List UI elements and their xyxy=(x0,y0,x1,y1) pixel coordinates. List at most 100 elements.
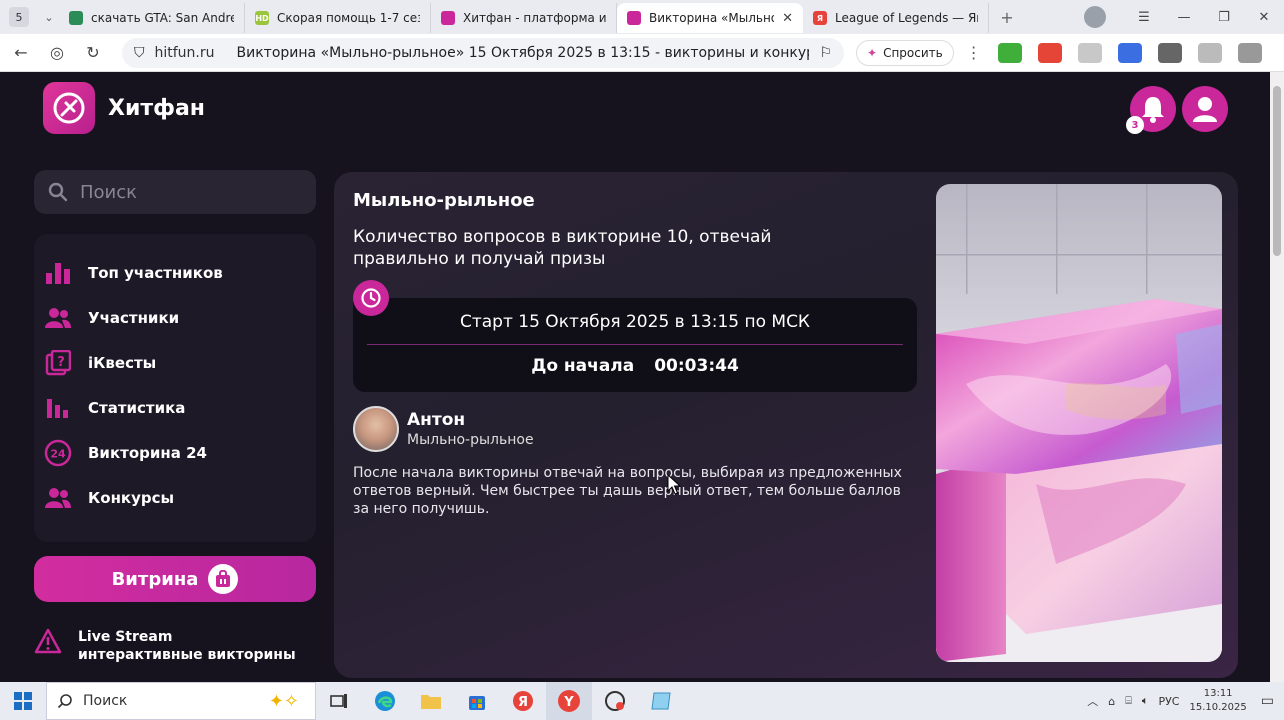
store-icon[interactable] xyxy=(454,682,500,720)
quiz-start-text: Старт 15 Октября 2025 в 13:15 по МСК xyxy=(459,312,811,332)
browser-tab[interactable]: HD Скорая помощь 1-7 сезон xyxy=(245,3,431,33)
close-window-icon[interactable]: ✕ xyxy=(1244,10,1284,25)
countdown-label: До начала xyxy=(531,356,635,376)
usb-icon[interactable]: ⌂ xyxy=(1108,695,1115,708)
user-profile-button[interactable] xyxy=(1182,86,1228,132)
notepad-icon[interactable] xyxy=(638,682,684,720)
taskbar-clock[interactable]: 13:11 15.10.2025 xyxy=(1190,687,1247,715)
vitrina-button[interactable]: Витрина xyxy=(34,556,316,602)
svg-text:Y: Y xyxy=(563,695,574,710)
divider xyxy=(367,344,903,345)
extension-icon[interactable] xyxy=(1197,42,1222,63)
search-icon xyxy=(48,182,68,202)
sidebar-item-quiz24[interactable]: 24 Викторина 24 xyxy=(44,438,207,468)
mouse-cursor-icon xyxy=(667,474,681,495)
page-scrollbar[interactable] xyxy=(1270,72,1284,682)
author-name: Антон xyxy=(407,410,466,430)
recorder-icon[interactable] xyxy=(592,682,638,720)
quest-icon: ? xyxy=(44,349,72,377)
url-field[interactable]: ⛉ hitfun.ru Викторина «Мыльно-рыльное» 1… xyxy=(122,37,844,68)
quiz-rules: После начала викторины отвечай на вопрос… xyxy=(353,465,902,517)
svg-text:24: 24 xyxy=(50,448,66,461)
system-tray: ︿ ⌂ ⌸ 🔈︎ РУС 13:11 15.10.2025 ▭ xyxy=(1087,682,1284,720)
language-indicator[interactable]: РУС xyxy=(1158,695,1179,708)
reload-icon[interactable]: ↻ xyxy=(78,43,108,62)
sidebar-item-top-participants[interactable]: Топ участников xyxy=(44,258,223,288)
network-icon[interactable]: ⌸ xyxy=(1125,694,1132,708)
browser-tab-active[interactable]: Викторина «Мыльно-р ✕ xyxy=(617,3,803,33)
url-host: hitfun.ru xyxy=(154,44,215,61)
clock-icon xyxy=(353,280,389,316)
menu-icon[interactable]: ☰ xyxy=(1124,10,1164,25)
hitfun-logo-icon[interactable] xyxy=(43,82,95,134)
extension-icon[interactable] xyxy=(1037,42,1062,63)
media-icon[interactable] xyxy=(1157,42,1182,63)
svg-text:?: ? xyxy=(57,355,65,370)
download-extension-icon[interactable] xyxy=(997,42,1022,63)
file-explorer-icon[interactable] xyxy=(408,682,454,720)
new-tab-button[interactable]: + xyxy=(997,7,1017,27)
scrollbar-thumb[interactable] xyxy=(1273,86,1281,256)
window-controls: ☰ — ❐ ✕ xyxy=(1084,0,1284,34)
sidebar-menu: Топ участников Участники ? iКвесты Стати… xyxy=(34,234,316,542)
notifications-button[interactable]: 3 xyxy=(1126,86,1176,134)
notification-count-badge: 3 xyxy=(1126,116,1144,134)
quiz-title: Мыльно-рыльное xyxy=(353,190,535,211)
live-stream-link[interactable]: Live Stream интерактивные викторины xyxy=(34,628,296,664)
countdown-row: До начала 00:03:44 xyxy=(353,356,917,376)
quiz24-icon: 24 xyxy=(44,439,72,467)
minimize-icon[interactable]: — xyxy=(1164,10,1204,25)
logo-text[interactable]: Хитфан xyxy=(108,96,205,121)
more-icon[interactable]: ⋮ xyxy=(966,43,982,62)
profile-avatar[interactable] xyxy=(1084,6,1106,28)
tab-count-badge[interactable]: 5 xyxy=(9,7,29,27)
extension-icon[interactable] xyxy=(1117,42,1142,63)
quiz-timer-panel: Старт 15 Октября 2025 в 13:15 по МСК До … xyxy=(353,298,917,392)
bell-icon xyxy=(1142,97,1164,123)
chevron-down-icon[interactable]: ⌄ xyxy=(39,11,59,24)
user-icon xyxy=(1193,97,1217,122)
taskbar-search[interactable]: Поиск ✦✧ xyxy=(46,682,316,720)
notification-center-icon[interactable]: ▭ xyxy=(1261,693,1274,709)
svg-text:Я: Я xyxy=(518,695,528,710)
edge-icon[interactable] xyxy=(362,682,408,720)
downloads-icon[interactable] xyxy=(1237,42,1262,63)
tab-favicon-icon: Я xyxy=(813,11,827,25)
quiz-description: Количество вопросов в викторине 10, отве… xyxy=(353,227,772,269)
taskbar: Поиск ✦✧ Я Y ︿ ⌂ ⌸ 🔈︎ РУС 13:11 15.10.20… xyxy=(0,682,1284,720)
volume-icon[interactable]: 🔈︎ xyxy=(1142,694,1149,708)
restore-icon[interactable]: ❐ xyxy=(1204,10,1244,25)
search-input[interactable]: Поиск xyxy=(34,170,316,214)
yandex-icon[interactable]: Я xyxy=(500,682,546,720)
task-view-icon[interactable] xyxy=(316,682,362,720)
yandex-browser-icon[interactable]: Y xyxy=(546,682,592,720)
browser-tab[interactable]: Хитфан - платформа инте xyxy=(431,3,617,33)
tab-favicon-icon: HD xyxy=(255,11,269,25)
back-icon[interactable]: ← xyxy=(6,43,36,62)
ask-button[interactable]: ✦ Спросить xyxy=(856,39,954,66)
browser-addressbar: ← ◎ ↻ ⛉ hitfun.ru Викторина «Мыльно-рыль… xyxy=(0,34,1284,72)
sidebar-item-participants[interactable]: Участники xyxy=(44,303,179,333)
sidebar-item-contests[interactable]: Конкурсы xyxy=(44,483,174,513)
bar-chart-icon xyxy=(44,259,72,287)
extension-icon[interactable] xyxy=(1077,42,1102,63)
bookmark-icon[interactable]: ⚐ xyxy=(819,45,832,61)
sparkle-icon: ✦✧ xyxy=(268,690,299,712)
warning-icon xyxy=(34,628,62,658)
sidebar-item-iquests[interactable]: ? iКвесты xyxy=(44,348,156,378)
quiz-author[interactable]: Антон Мыльно-рыльное xyxy=(353,406,534,452)
close-tab-icon[interactable]: ✕ xyxy=(782,11,793,26)
tab-favicon-icon xyxy=(69,11,83,25)
url-page-title: Викторина «Мыльно-рыльное» 15 Октября 20… xyxy=(236,44,810,61)
shopping-bag-icon xyxy=(208,564,239,594)
sidebar-item-statistics[interactable]: Статистика xyxy=(44,393,185,423)
protect-icon[interactable]: ◎ xyxy=(42,43,72,62)
browser-tab[interactable]: скачать GTA: San Andreas xyxy=(59,3,245,33)
browser-tab[interactable]: Я League of Legends — Янд xyxy=(803,3,989,33)
page-content: Хитфан 3 Поиск Топ участников Участники … xyxy=(0,72,1270,682)
sparkle-icon: ✦ xyxy=(867,45,878,60)
windows-start-icon[interactable] xyxy=(0,682,46,720)
author-subtitle: Мыльно-рыльное xyxy=(407,432,534,448)
countdown-value: 00:03:44 xyxy=(654,356,739,376)
chevron-up-icon[interactable]: ︿ xyxy=(1087,693,1098,709)
